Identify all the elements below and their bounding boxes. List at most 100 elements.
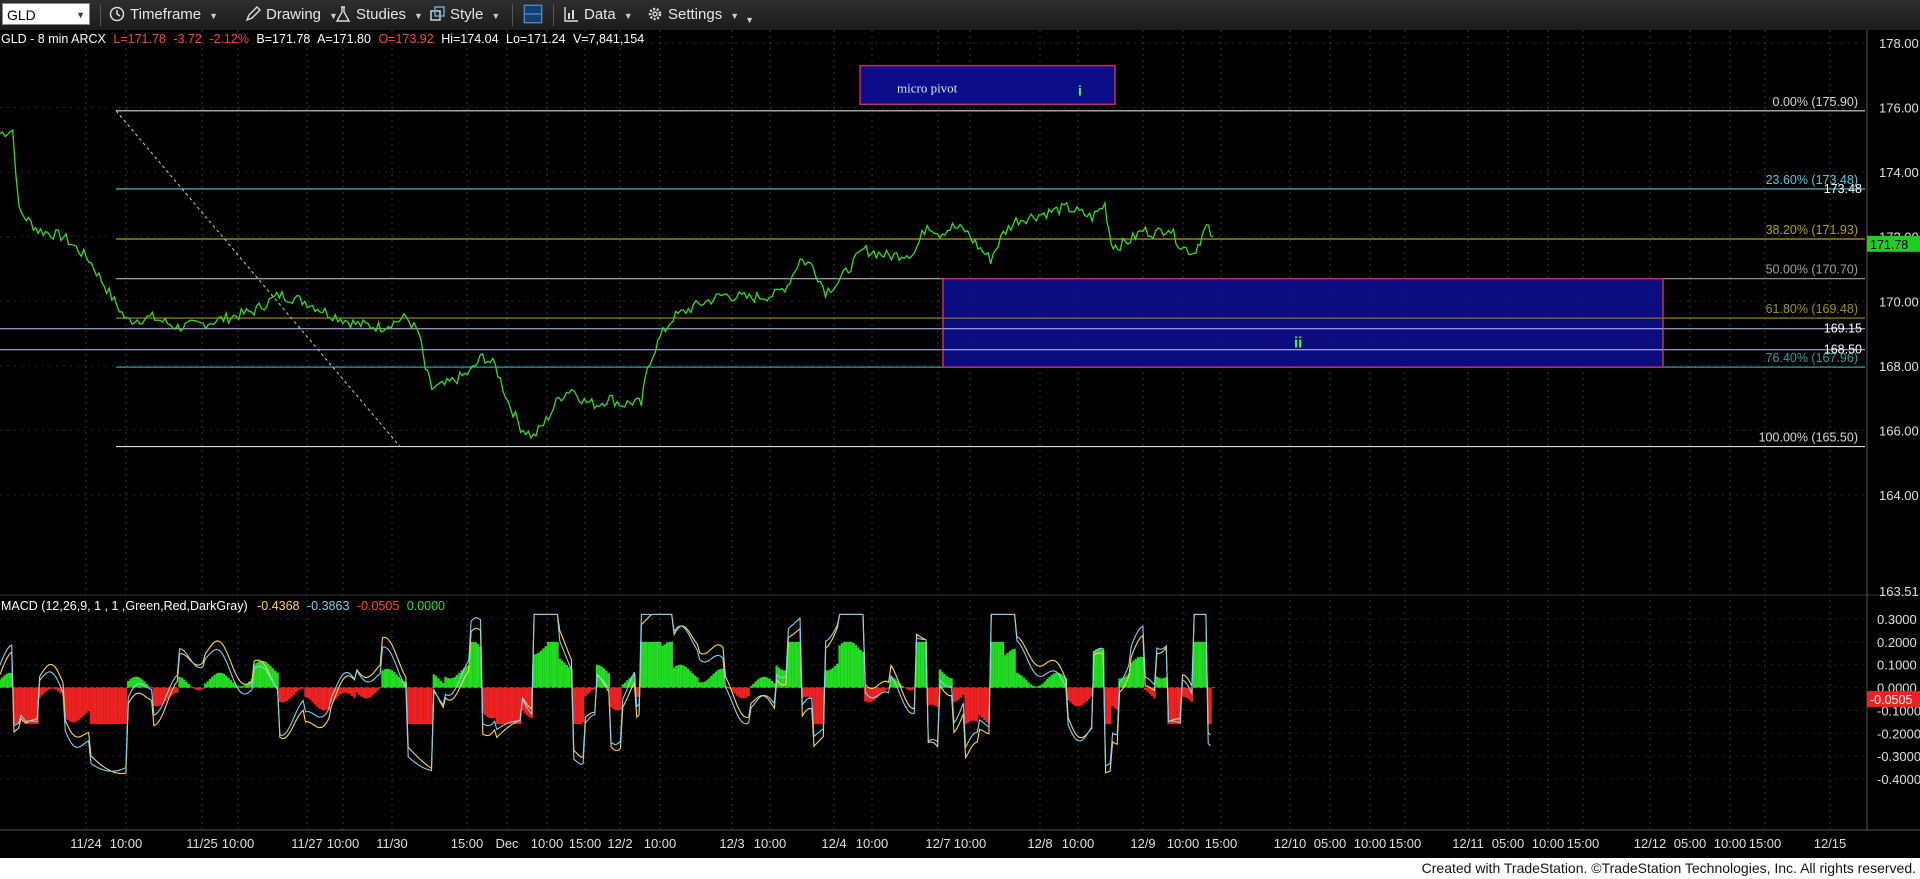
time-axis-label: 15:00: [1567, 836, 1600, 851]
style-icon: [430, 6, 445, 21]
settings-menu[interactable]: Settings ▼ ▼: [646, 4, 754, 26]
time-axis-label: 12/2: [607, 836, 632, 851]
data-dropdown-icon: ▼: [623, 11, 633, 21]
time-axis-label: 11/24: [70, 836, 102, 851]
symbol-dropdown-icon[interactable]: ▼: [76, 4, 85, 26]
gear-icon: [648, 7, 662, 21]
clock-icon: [109, 6, 125, 22]
time-axis-label: 15:00: [569, 836, 602, 851]
timeframe-dropdown-icon: ▼: [209, 11, 219, 21]
settings-dropdown-icon: ▼: [730, 11, 740, 21]
toolbar-divider: [100, 4, 101, 26]
studies-menu[interactable]: Studies ▼: [334, 4, 423, 26]
fib-label: 61.80% (169.48): [1766, 302, 1858, 316]
pencil-icon: [245, 6, 261, 22]
data-menu[interactable]: Data ▼: [562, 4, 633, 26]
time-axis-label: 12/3: [719, 836, 744, 851]
macd-axis-label: 0.2000: [1877, 635, 1917, 650]
time-axis-label: 12/4: [821, 836, 846, 851]
wave-i-label: i: [1078, 83, 1082, 99]
footer: Created with TradeStation. ©TradeStation…: [0, 858, 1920, 879]
copyright-text: Created with TradeStation. ©TradeStation…: [1421, 860, 1916, 876]
drawing-menu[interactable]: Drawing ▼: [244, 4, 338, 26]
layout-icon: [523, 4, 543, 24]
time-axis-label: 15:00: [451, 836, 484, 851]
fib-label: 50.00% (170.70): [1766, 263, 1858, 277]
time-axis-label: 05:00: [1314, 836, 1347, 851]
time-axis-label: 15:00: [1389, 836, 1422, 851]
macd-header: MACD (12,26,9, 1 , 1 ,Green,Red,DarkGray…: [1, 599, 445, 613]
price-axis-label: 164.00: [1879, 488, 1919, 503]
macd-axis-label: -0.4000: [1877, 772, 1920, 787]
flask-icon: [335, 6, 351, 22]
macd-axis-label: -0.3000: [1877, 749, 1920, 764]
time-axis-label: 12/11: [1452, 836, 1484, 851]
settings-label: Settings: [668, 6, 723, 23]
time-axis-label: 10:00: [954, 836, 987, 851]
pct-change: -2.12%: [209, 32, 249, 46]
toolbar-divider: [512, 4, 513, 26]
time-axis-label: 10:00: [1062, 836, 1095, 851]
time-axis-label: 12/8: [1027, 836, 1052, 851]
macd-axis-label: 0.3000: [1877, 612, 1917, 627]
time-axis-label: 05:00: [1492, 836, 1525, 851]
symbol-input[interactable]: GLD ▼: [2, 3, 90, 25]
level-value-tag: 169.15: [1824, 322, 1862, 336]
time-axis-label: 11/30: [376, 836, 408, 851]
time-axis-label: 10:00: [856, 836, 889, 851]
time-axis-label: 12/15: [1814, 836, 1847, 851]
style-label: Style: [450, 6, 484, 23]
price-axis-label: 170.00: [1879, 294, 1919, 309]
last-price: L=171.78: [113, 32, 166, 46]
bid-price: B=171.78: [256, 32, 310, 46]
ask-price: A=171.80: [317, 32, 371, 46]
drawing-label: Drawing: [266, 6, 322, 23]
price-axis-label: 176.00: [1879, 101, 1919, 116]
macd-value-1: -0.4368: [257, 599, 299, 613]
price-axis-label: 166.00: [1879, 423, 1919, 438]
macd-axis-label: 0.1000: [1877, 658, 1917, 673]
time-axis-label: 05:00: [1674, 836, 1707, 851]
toolbar: GLD ▼ Timeframe ▼ Drawing ▼ Studies ▼ Style…: [0, 0, 1920, 31]
symbol-line: GLD - 8 min ARCX: [1, 32, 107, 46]
chart-area[interactable]: 0.00% (175.90)23.60% (173.48)38.20% (171…: [0, 30, 1920, 858]
timeframe-menu[interactable]: Timeframe ▼: [108, 4, 218, 26]
time-axis-label: 12/7: [925, 836, 950, 851]
volume: V=7,841,154: [573, 32, 644, 46]
chart-background: [0, 30, 1920, 858]
macd-value-tag: -0.0505: [1870, 693, 1912, 707]
time-axis-label: Dec: [495, 836, 519, 851]
style-dropdown-icon: ▼: [491, 11, 501, 21]
time-axis-label: 10:00: [531, 836, 564, 851]
price-axis-label: 174.00: [1879, 165, 1919, 180]
studies-dropdown-icon: ▼: [414, 11, 423, 21]
toolbar-divider: [553, 4, 554, 26]
open-price: O=173.92: [378, 32, 433, 46]
time-axis-label: 10:00: [110, 836, 143, 851]
symbol-value: GLD: [7, 7, 36, 23]
level-value-tag: 173.48: [1824, 182, 1862, 196]
time-axis-label: 10:00: [1532, 836, 1565, 851]
macd-value-2: -0.3863: [307, 599, 349, 613]
fib-label: 100.00% (165.50): [1759, 431, 1858, 445]
time-axis-label: 10:00: [1714, 836, 1747, 851]
more-dropdown-icon[interactable]: ▼: [745, 15, 754, 25]
timeframe-label: Timeframe: [130, 6, 202, 23]
wave-ii-label: ii: [1294, 334, 1302, 351]
time-axis-label: 10:00: [754, 836, 787, 851]
price-header: GLD - 8 min ARCX L=171.78 -3.72 -2.12% B…: [1, 32, 644, 46]
price-axis-label: 178.00: [1879, 36, 1919, 51]
fib-label: 38.20% (171.93): [1766, 223, 1858, 237]
studies-label: Studies: [356, 6, 407, 23]
layout-button[interactable]: [522, 4, 548, 26]
time-axis-label: 10:00: [1354, 836, 1387, 851]
time-axis-label: 10:00: [1167, 836, 1200, 851]
time-axis-label: 15:00: [1749, 836, 1782, 851]
time-axis-label: 12/9: [1130, 836, 1155, 851]
high-price: Hi=174.04: [441, 32, 498, 46]
micro-pivot-label: micro pivot: [897, 81, 958, 96]
macd-value-3: -0.0505: [357, 599, 399, 613]
macd-value-4: 0.0000: [407, 599, 445, 613]
time-axis-label: 11/25: [186, 836, 218, 851]
style-menu[interactable]: Style ▼: [428, 4, 500, 26]
